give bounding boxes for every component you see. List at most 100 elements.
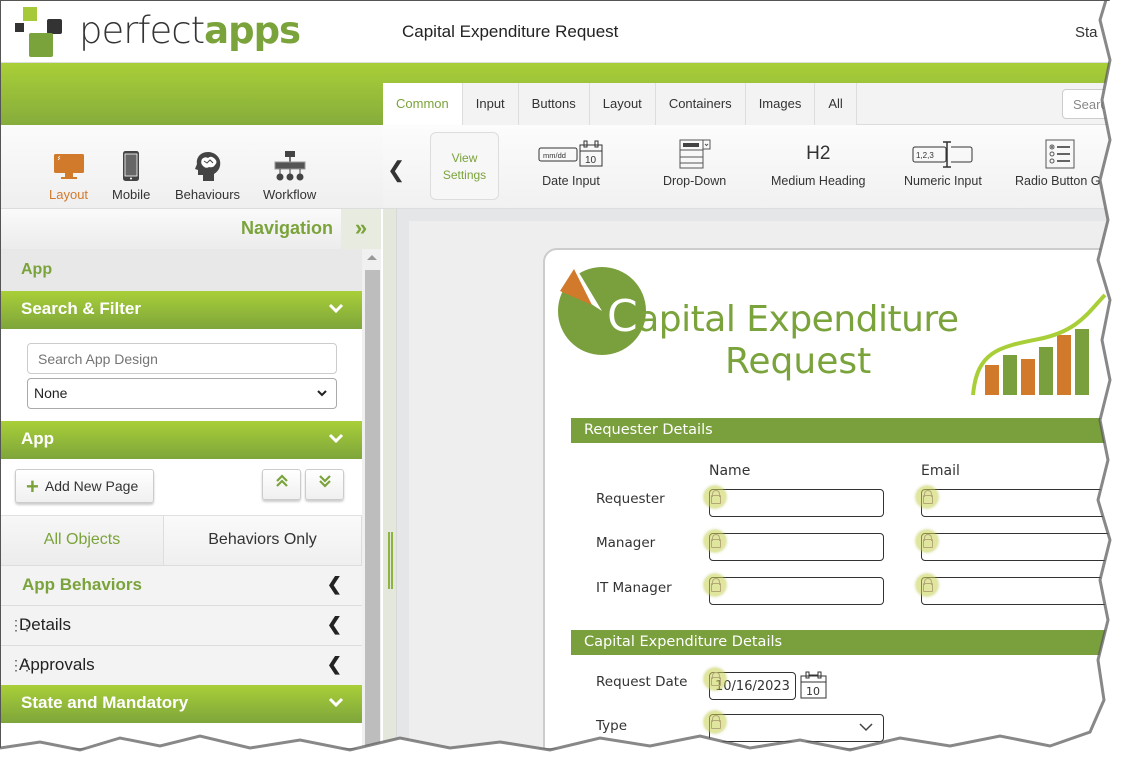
search-filter-header[interactable]: Search & Filter bbox=[1, 291, 362, 329]
lock-icon[interactable] bbox=[916, 530, 938, 552]
manager-email-field[interactable] bbox=[921, 533, 1110, 561]
lock-icon[interactable] bbox=[916, 486, 938, 508]
brand-name: perfectapps bbox=[79, 9, 301, 52]
dropdown-icon bbox=[679, 139, 711, 169]
chevron-left-icon[interactable]: ❮ bbox=[327, 574, 342, 595]
app-section-header[interactable]: App bbox=[1, 421, 362, 459]
double-chevron-right-icon[interactable]: » bbox=[341, 209, 381, 249]
top-header: perfectapps Capital Expenditure Request … bbox=[1, 1, 1110, 63]
tab-layout[interactable]: Layout bbox=[589, 83, 656, 125]
banner-subtitle: Request bbox=[725, 341, 872, 382]
lock-icon[interactable] bbox=[704, 668, 726, 690]
mode-mobile[interactable]: Mobile bbox=[112, 151, 150, 202]
tab-all[interactable]: All bbox=[815, 83, 857, 125]
requester-email-field[interactable] bbox=[921, 489, 1110, 517]
tab-input[interactable]: Input bbox=[462, 83, 519, 125]
mode-label: Workflow bbox=[263, 187, 317, 202]
svg-text:10: 10 bbox=[585, 155, 597, 166]
object-filter-tabs: All Objects Behaviors Only bbox=[1, 515, 362, 565]
tab-containers[interactable]: Containers bbox=[655, 83, 746, 125]
banner-title: Capital Expenditure bbox=[607, 291, 959, 342]
chevron-left-icon[interactable]: ❮ bbox=[387, 157, 405, 183]
splitter-grip-icon[interactable] bbox=[388, 532, 393, 589]
tab-common[interactable]: Common bbox=[383, 83, 463, 126]
name-column-header: Name bbox=[709, 463, 751, 479]
mode-label: Mobile bbox=[112, 187, 151, 202]
tab-behaviors-only[interactable]: Behaviors Only bbox=[164, 516, 362, 565]
chevron-left-icon[interactable]: ❮ bbox=[327, 614, 342, 635]
calendar-icon[interactable]: 10 bbox=[800, 671, 828, 699]
filter-select[interactable]: None bbox=[27, 378, 337, 409]
it-manager-email-field[interactable] bbox=[921, 577, 1110, 605]
drag-handle-icon[interactable]: ⋮⋮ bbox=[9, 617, 34, 634]
growth-bars-logo-icon bbox=[971, 293, 1107, 396]
it-manager-name-field[interactable] bbox=[709, 577, 884, 605]
mode-layout[interactable]: Layout bbox=[49, 151, 88, 202]
tool-dropdown[interactable]: Drop-Down bbox=[663, 139, 726, 188]
radio-group-icon bbox=[1045, 139, 1075, 169]
chevron-down-icon bbox=[328, 303, 344, 314]
requester-details-header: Requester Details bbox=[571, 418, 1110, 443]
tab-all-objects[interactable]: All Objects bbox=[1, 516, 164, 565]
mode-toolbar: Layout Mobile Behaviours Workflow bbox=[1, 125, 383, 209]
requester-name-field[interactable] bbox=[709, 489, 884, 517]
plus-icon: + bbox=[26, 474, 39, 499]
svg-text:1,2,3: 1,2,3 bbox=[916, 151, 934, 160]
mode-behaviours[interactable]: Behaviours bbox=[175, 151, 240, 202]
ribbon-search-input[interactable]: Search bbox=[1062, 89, 1110, 119]
add-new-page-button[interactable]: + Add New Page bbox=[15, 469, 154, 503]
lock-icon[interactable] bbox=[704, 574, 726, 596]
type-select[interactable] bbox=[709, 714, 884, 742]
tab-images[interactable]: Images bbox=[745, 83, 816, 125]
app-actions: + Add New Page bbox=[1, 459, 362, 515]
email-column-header: Email bbox=[921, 463, 960, 479]
tab-buttons[interactable]: Buttons bbox=[518, 83, 590, 125]
desktop-monitor-icon bbox=[53, 154, 84, 179]
chevron-left-icon[interactable]: ❮ bbox=[327, 654, 342, 675]
capex-details-header: Capital Expenditure Details bbox=[571, 630, 1110, 655]
numeric-input-icon: 1,2,3 bbox=[912, 141, 973, 168]
app-breadcrumb[interactable]: App bbox=[1, 249, 362, 291]
double-chevron-up-icon bbox=[275, 474, 288, 487]
tool-numeric-input[interactable]: 1,2,3 Numeric Input bbox=[904, 139, 982, 188]
tree-item-app-behaviors[interactable]: App Behaviors ❮ bbox=[1, 565, 362, 605]
status-label: Sta bbox=[1075, 24, 1098, 41]
state-mandatory-header[interactable]: State and Mandatory bbox=[1, 685, 362, 723]
navigation-header: Navigation » bbox=[1, 209, 381, 249]
tool-medium-heading[interactable]: H2 Medium Heading bbox=[771, 139, 866, 188]
manager-name-field[interactable] bbox=[709, 533, 884, 561]
drag-handle-icon[interactable]: ⋮⋮ bbox=[9, 657, 34, 674]
lock-icon[interactable] bbox=[704, 711, 726, 733]
app-title: Capital Expenditure Request bbox=[402, 22, 619, 41]
tool-radio-button-group[interactable]: Radio Button Gr bbox=[1015, 139, 1105, 188]
component-ribbon: Common Input Buttons Layout Containers I… bbox=[383, 83, 1110, 209]
tree-item-approvals[interactable]: ⋮⋮Approvals ❮ bbox=[1, 645, 362, 685]
type-label: Type bbox=[596, 718, 628, 734]
mode-label: Behaviours bbox=[175, 187, 241, 202]
chevron-down-icon bbox=[328, 433, 344, 444]
scroll-up-arrow-icon[interactable] bbox=[367, 255, 377, 260]
lock-icon[interactable] bbox=[916, 574, 938, 596]
it-manager-label: IT Manager bbox=[596, 580, 672, 596]
nav-scrollbar[interactable] bbox=[362, 249, 381, 748]
manager-label: Manager bbox=[596, 535, 656, 551]
move-down-button[interactable] bbox=[305, 469, 344, 500]
view-settings-button[interactable]: View Settings bbox=[430, 132, 499, 200]
navigation-panel: App Search & Filter None App +Add New Pa… bbox=[1, 249, 362, 748]
search-app-design-input[interactable] bbox=[27, 343, 337, 374]
h2-heading-icon: H2 bbox=[806, 143, 831, 164]
panel-splitter[interactable] bbox=[383, 209, 397, 748]
lock-icon[interactable] bbox=[704, 530, 726, 552]
scrollbar-thumb[interactable] bbox=[365, 270, 380, 748]
search-filter-body: None bbox=[1, 329, 362, 421]
tool-date-input[interactable]: mm/dd 10 Date Input bbox=[538, 139, 604, 188]
mode-workflow[interactable]: Workflow bbox=[263, 151, 316, 202]
app-window: perfectapps Capital Expenditure Request … bbox=[0, 0, 1110, 748]
mode-label: Layout bbox=[49, 187, 89, 202]
chevron-down-icon bbox=[859, 723, 873, 732]
lock-icon[interactable] bbox=[704, 486, 726, 508]
brain-head-icon bbox=[194, 152, 220, 181]
move-up-button[interactable] bbox=[262, 469, 301, 500]
tree-item-details[interactable]: ⋮⋮Details ❮ bbox=[1, 605, 362, 645]
perfectapps-logo-icon bbox=[13, 7, 73, 57]
